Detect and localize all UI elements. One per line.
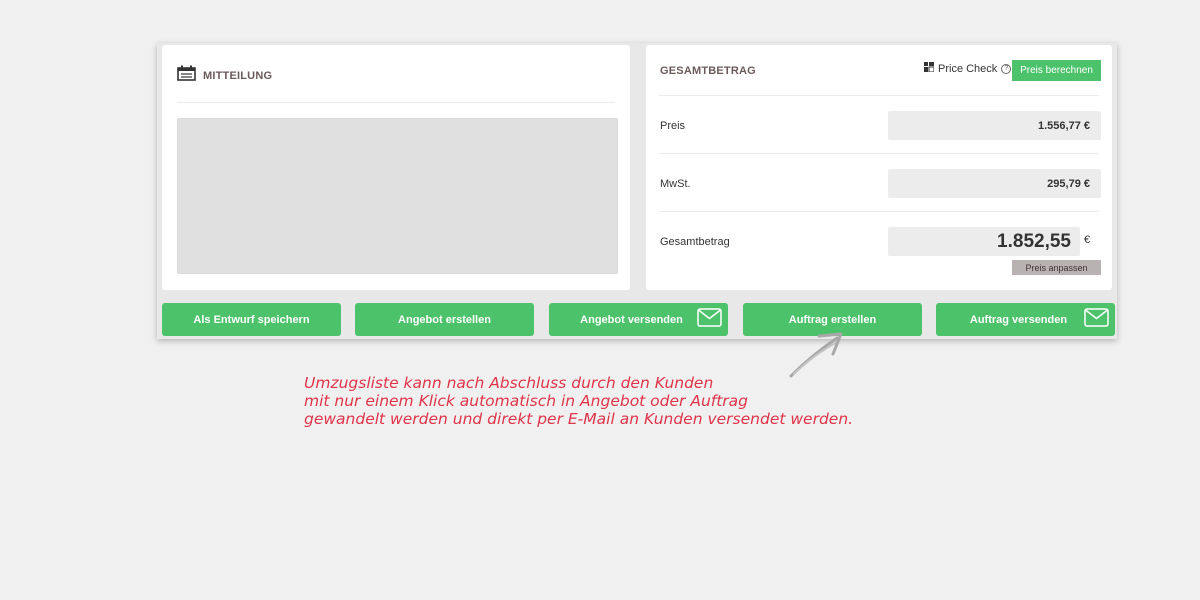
annotation-line: gewandelt werden und direkt per E-Mail a… [304, 410, 854, 428]
message-title: MITTEILUNG [203, 69, 273, 82]
grid-icon [924, 62, 935, 75]
divider [659, 153, 1099, 154]
price-value: 1.556,77 € [888, 111, 1101, 140]
button-label: Auftrag versenden [969, 313, 1068, 326]
total-label: Gesamtbetrag [660, 236, 730, 248]
calculate-price-button[interactable]: Preis berechnen [1012, 60, 1101, 81]
send-offer-button[interactable]: Angebot versenden [549, 303, 728, 336]
message-textarea[interactable] [177, 118, 618, 274]
divider [659, 95, 1099, 96]
divider [659, 211, 1099, 212]
price-check[interactable]: Price Check ? [924, 62, 1012, 75]
send-order-button[interactable]: Auftrag versenden [936, 303, 1115, 336]
total-title: GESAMTBETRAG [660, 65, 756, 77]
vat-label: MwSt. [660, 178, 691, 190]
button-label: Auftrag erstellen [788, 313, 877, 326]
create-offer-button[interactable]: Angebot erstellen [355, 303, 534, 336]
button-label: Angebot erstellen [398, 313, 491, 326]
vat-value: 295,79 € [888, 169, 1101, 198]
annotation-line: Umzugsliste kann nach Abschluss durch de… [304, 374, 714, 392]
annotation-text: Umzugsliste kann nach Abschluss durch de… [304, 374, 853, 428]
button-label: Als Entwurf speichern [193, 313, 310, 326]
help-icon[interactable]: ? [1001, 63, 1012, 74]
total-value: 1.852,55 [888, 227, 1080, 256]
annotation-line: mit nur einem Klick automatisch in Angeb… [304, 392, 749, 410]
message-header: MITTEILUNG [177, 65, 272, 86]
adjust-price-button[interactable]: Preis anpassen [1012, 260, 1101, 275]
calendar-icon [177, 65, 196, 86]
envelope-icon [697, 308, 722, 330]
price-check-label: Price Check [938, 62, 998, 75]
order-panel: MITTEILUNG GESAMTBETRAG Price Check ? Pr… [157, 43, 1117, 339]
envelope-icon [1084, 308, 1109, 330]
divider [177, 102, 615, 103]
save-draft-button[interactable]: Als Entwurf speichern [162, 303, 341, 336]
price-label: Preis [660, 120, 686, 132]
total-card: GESAMTBETRAG Price Check ? Preis berechn… [646, 45, 1112, 290]
button-label: Angebot versenden [580, 313, 683, 326]
total-currency: € [1084, 234, 1091, 246]
message-card: MITTEILUNG [162, 45, 630, 290]
